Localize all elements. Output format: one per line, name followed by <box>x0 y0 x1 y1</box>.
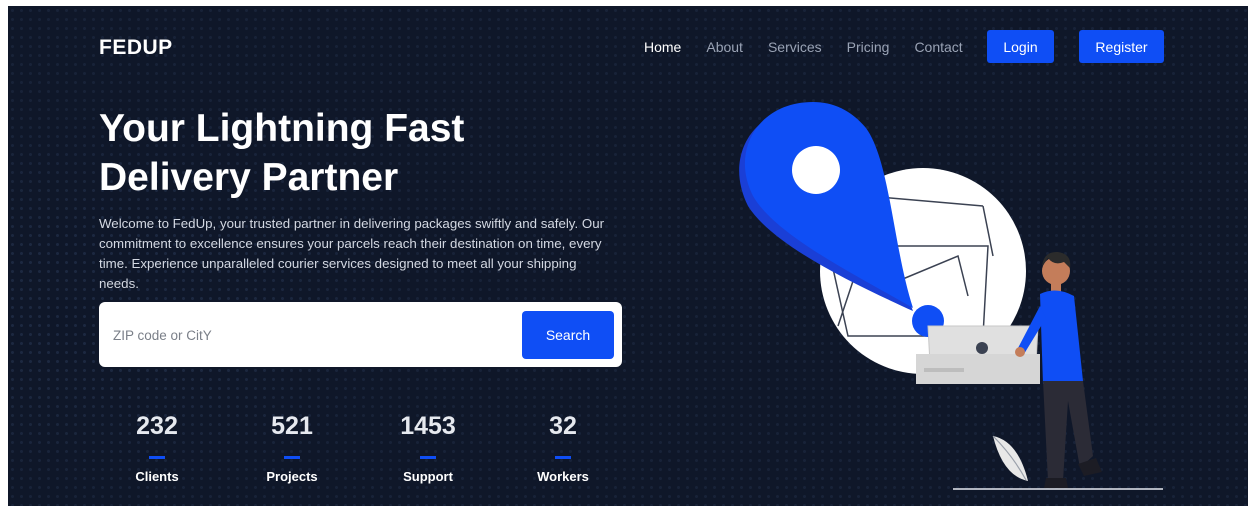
stat-divider <box>420 456 436 459</box>
stat-divider <box>555 456 571 459</box>
stat-support: 1453 Support <box>378 412 478 484</box>
stat-value: 32 <box>549 412 577 440</box>
page-frame: FEDUP Home About Services Pricing Contac… <box>8 6 1248 506</box>
nav-item-pricing[interactable]: Pricing <box>847 39 890 55</box>
stat-label: Support <box>403 469 453 484</box>
stat-label: Workers <box>537 469 589 484</box>
stat-value: 232 <box>136 412 178 440</box>
search-input[interactable] <box>113 320 493 350</box>
nav-item-about[interactable]: About <box>706 39 743 55</box>
nav-item-contact[interactable]: Contact <box>914 39 962 55</box>
stat-projects: 521 Projects <box>242 412 342 484</box>
stat-value: 1453 <box>400 412 456 440</box>
stat-label: Projects <box>266 469 318 484</box>
plant-leaf-icon <box>992 435 1028 481</box>
nav-item-home[interactable]: Home <box>644 39 681 55</box>
main-nav: Home About Services Pricing Contact <box>644 39 988 55</box>
hero-title: Your Lightning Fast Delivery Partner <box>99 104 559 202</box>
nav-item-services[interactable]: Services <box>768 39 822 55</box>
stat-value: 521 <box>271 412 313 440</box>
hero-title-line2: Delivery Partner <box>99 156 399 199</box>
courier-illustration <box>739 102 1163 490</box>
logo[interactable]: FEDUP <box>99 36 173 60</box>
search-button[interactable]: Search <box>522 311 614 359</box>
stat-divider <box>284 456 300 459</box>
search-bar: Search <box>99 302 622 367</box>
stat-label: Clients <box>135 469 179 484</box>
hero-title-line1: Your Lightning Fast <box>99 107 465 150</box>
register-button[interactable]: Register <box>1079 30 1164 63</box>
stat-divider <box>149 456 165 459</box>
login-button[interactable]: Login <box>987 30 1054 63</box>
hero-description: Welcome to FedUp, your trusted partner i… <box>99 216 605 291</box>
stat-clients: 232 Clients <box>107 412 207 484</box>
stat-workers: 32 Workers <box>513 412 613 484</box>
